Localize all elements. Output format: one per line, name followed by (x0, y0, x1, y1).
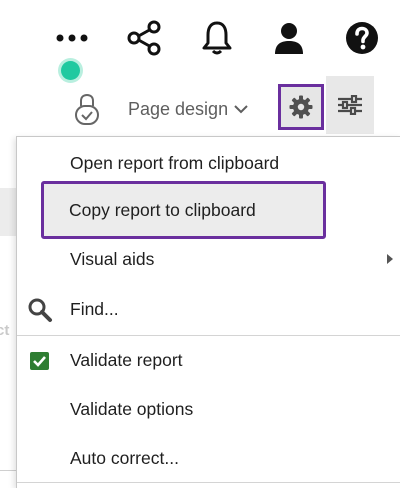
menu-item-copy-report-to-clipboard[interactable]: Copy report to clipboard (16, 186, 400, 234)
submenu-arrow-icon (387, 254, 393, 264)
menu-item-label: Validate options (70, 398, 194, 419)
properties-button[interactable] (326, 76, 374, 134)
share-icon (127, 20, 161, 56)
help-icon (346, 22, 378, 54)
help-button[interactable] (338, 14, 386, 62)
menu-item-validate-options[interactable]: Validate options (17, 385, 400, 433)
settings-button[interactable] (278, 84, 324, 130)
menu-item-label: Open report from clipboard (70, 152, 280, 173)
menu-item-visual-aids[interactable]: Visual aids (17, 235, 400, 283)
chevron-down-icon (234, 105, 248, 114)
menu-item-find[interactable]: Find... (17, 285, 400, 333)
user-icon (275, 23, 303, 54)
lock-check-icon (75, 93, 99, 125)
user-account-button[interactable] (265, 14, 313, 62)
status-dot (61, 61, 80, 80)
checkbox-checked-icon (30, 352, 49, 370)
header-icon-bar (0, 14, 400, 62)
menu-item-label: Copy report to clipboard (69, 199, 256, 220)
page-design-dropdown[interactable]: Page design (128, 96, 248, 122)
menu-item-label: Find... (70, 298, 119, 319)
menu-item-label: Auto correct... (70, 447, 179, 468)
menu-item-auto-correct[interactable]: Auto correct... (17, 434, 400, 482)
background-panel: ct (0, 0, 16, 487)
gear-icon (289, 95, 313, 119)
search-icon (28, 298, 52, 322)
background-selected-band (0, 188, 16, 236)
menu-item-validate-report[interactable]: Validate report (17, 336, 400, 384)
bell-icon (202, 21, 232, 55)
menu-bottom-separator (17, 482, 400, 483)
menu-item-label: Visual aids (70, 248, 155, 269)
menu-item-label: Validate report (70, 349, 183, 370)
page-design-label: Page design (128, 98, 229, 119)
menu-item-open-report-from-clipboard[interactable]: Open report from clipboard (17, 139, 400, 187)
background-partial-text: ct (0, 322, 10, 339)
share-button[interactable] (120, 14, 168, 62)
background-divider (0, 470, 16, 471)
notifications-button[interactable] (193, 14, 241, 62)
more-icon (56, 34, 88, 42)
more-button[interactable] (48, 14, 96, 62)
sliders-icon (338, 95, 362, 115)
